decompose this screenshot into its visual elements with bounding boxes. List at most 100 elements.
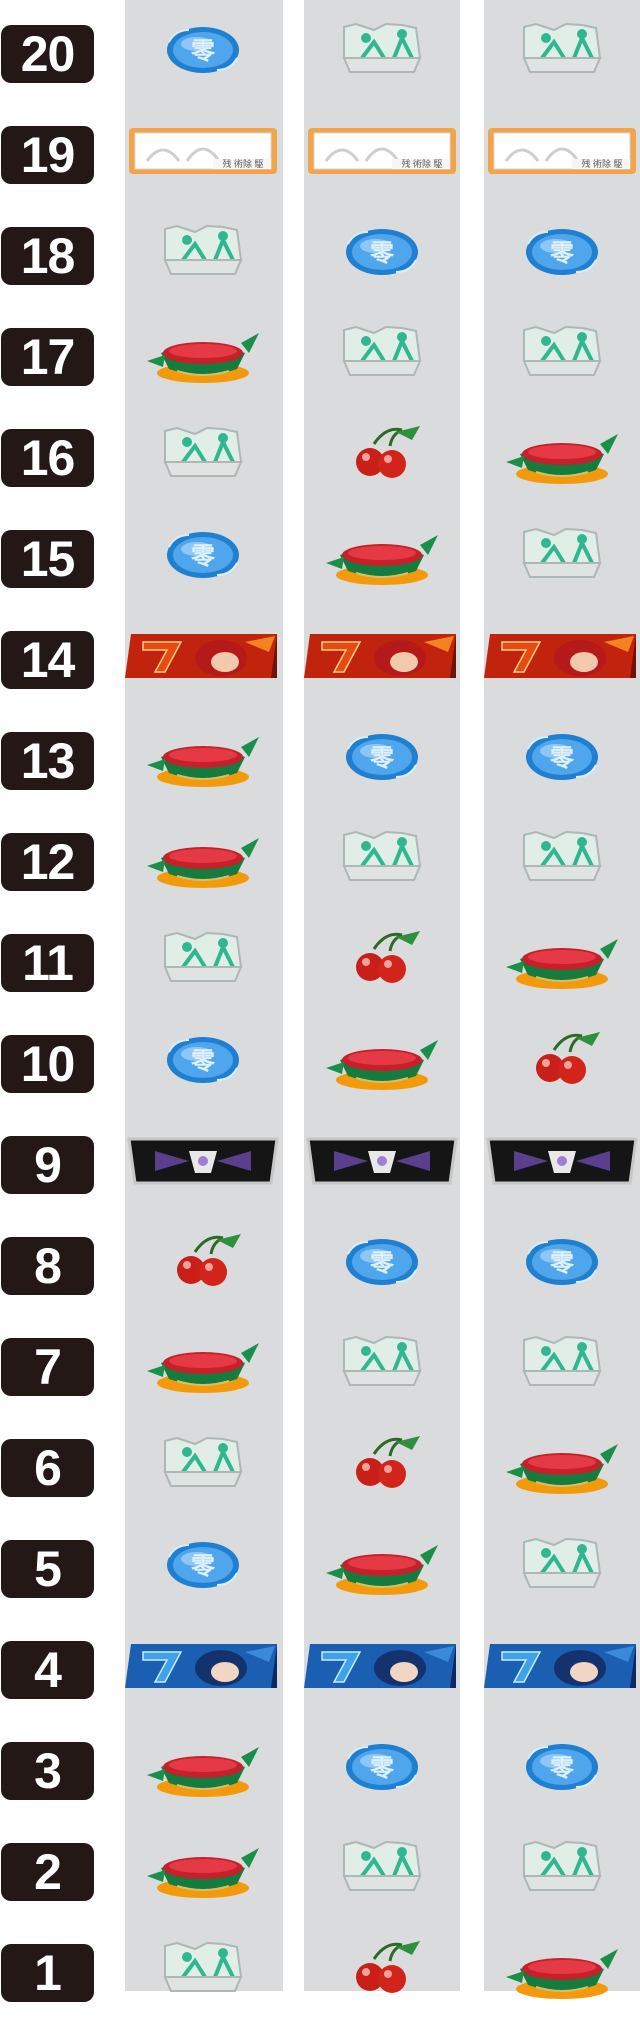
replay-icon: 零 bbox=[526, 734, 598, 780]
replay-glyph: 零 bbox=[369, 743, 395, 772]
watermelon-symbol-right-reel bbox=[484, 909, 640, 1010]
red7-icon bbox=[304, 634, 456, 678]
replay-icon: 零 bbox=[526, 229, 598, 275]
cherry-symbol-center-reel bbox=[304, 404, 460, 505]
bell-symbol-left-reel bbox=[125, 404, 281, 505]
replay-symbol-left-reel: 零 bbox=[125, 1515, 281, 1616]
reel-row: 10 零 bbox=[0, 1010, 640, 1111]
bar-symbol-right-reel: 残 術除 駆 bbox=[484, 101, 640, 202]
blue7-symbol-center-reel bbox=[304, 1616, 460, 1717]
cherry-icon bbox=[356, 931, 420, 983]
watermelon-symbol-right-reel bbox=[484, 404, 640, 505]
blue7-symbol-right-reel bbox=[484, 1616, 640, 1717]
blank-symbol-center-reel bbox=[304, 1111, 460, 1212]
bell-icon bbox=[342, 830, 422, 881]
row-number-badge: 20 bbox=[1, 25, 94, 83]
bell-symbol-right-reel bbox=[484, 1515, 640, 1616]
reel-row: 15 零 bbox=[0, 505, 640, 606]
bar-symbol-label: 残 術除 駆 bbox=[401, 158, 442, 169]
bell-icon bbox=[342, 1335, 422, 1386]
blank-symbol-right-reel bbox=[484, 1111, 640, 1212]
watermelon-icon bbox=[147, 838, 259, 888]
replay-icon: 零 bbox=[526, 1744, 598, 1790]
bell-symbol-right-reel bbox=[484, 1313, 640, 1414]
reel-row: 14 bbox=[0, 606, 640, 707]
replay-glyph: 零 bbox=[369, 238, 395, 267]
replay-glyph: 零 bbox=[549, 238, 575, 267]
watermelon-icon bbox=[506, 434, 618, 484]
watermelon-icon bbox=[326, 535, 438, 585]
watermelon-symbol-right-reel bbox=[484, 1414, 640, 1515]
cherry-symbol-center-reel bbox=[304, 1414, 460, 1515]
replay-icon: 零 bbox=[167, 1037, 239, 1083]
cherry-symbol-center-reel bbox=[304, 1919, 460, 2020]
reel-row: 9 bbox=[0, 1111, 640, 1212]
watermelon-icon bbox=[506, 939, 618, 989]
reel-row: 12 bbox=[0, 808, 640, 909]
watermelon-icon bbox=[147, 333, 259, 383]
bell-symbol-left-reel bbox=[125, 1919, 281, 2020]
blue7-icon bbox=[484, 1644, 636, 1688]
blank-icon bbox=[306, 1137, 458, 1185]
replay-icon: 零 bbox=[346, 734, 418, 780]
bell-symbol-left-reel bbox=[125, 909, 281, 1010]
bar-symbol-label: 残 術除 駆 bbox=[222, 158, 263, 169]
blank-symbol-left-reel bbox=[125, 1111, 281, 1212]
reel-row: 19 残 術除 駆 残 術除 駆 残 術除 駆 bbox=[0, 101, 640, 202]
reel-row: 2 bbox=[0, 1818, 640, 1919]
row-number-badge: 8 bbox=[1, 1237, 94, 1295]
cherry-icon bbox=[356, 1436, 420, 1488]
row-number-badge: 9 bbox=[1, 1136, 94, 1194]
watermelon-symbol-left-reel bbox=[125, 303, 281, 404]
replay-glyph: 零 bbox=[190, 36, 216, 65]
reel-row: 3 零 零 bbox=[0, 1717, 640, 1818]
row-number-badge: 13 bbox=[1, 732, 94, 790]
watermelon-symbol-left-reel bbox=[125, 808, 281, 909]
bell-icon bbox=[522, 1335, 602, 1386]
watermelon-symbol-right-reel bbox=[484, 1919, 640, 2020]
watermelon-symbol-center-reel bbox=[304, 1515, 460, 1616]
cherry-symbol-center-reel bbox=[304, 909, 460, 1010]
cherry-icon bbox=[356, 426, 420, 478]
bell-symbol-right-reel bbox=[484, 303, 640, 404]
blank-icon bbox=[127, 1137, 279, 1185]
replay-symbol-center-reel: 零 bbox=[304, 707, 460, 808]
red7-symbol-left-reel bbox=[125, 606, 281, 707]
replay-icon: 零 bbox=[346, 229, 418, 275]
replay-icon: 零 bbox=[167, 532, 239, 578]
cherry-icon bbox=[356, 1941, 420, 1993]
bar-symbol-left-reel: 残 術除 駆 bbox=[125, 101, 281, 202]
replay-symbol-center-reel: 零 bbox=[304, 1717, 460, 1818]
reel-row: 17 bbox=[0, 303, 640, 404]
replay-glyph: 零 bbox=[369, 1753, 395, 1782]
reel-row: 18 零 零 bbox=[0, 202, 640, 303]
watermelon-icon bbox=[326, 1040, 438, 1090]
row-number-badge: 19 bbox=[1, 126, 94, 184]
row-number-badge: 2 bbox=[1, 1843, 94, 1901]
bell-icon bbox=[342, 1840, 422, 1891]
replay-icon: 零 bbox=[346, 1744, 418, 1790]
bell-icon bbox=[163, 426, 243, 477]
bell-icon bbox=[163, 224, 243, 275]
row-number-badge: 1 bbox=[1, 1944, 94, 2002]
replay-symbol-right-reel: 零 bbox=[484, 1212, 640, 1313]
replay-glyph: 零 bbox=[369, 1248, 395, 1277]
bar-icon: 残 術除 駆 bbox=[488, 128, 636, 174]
bar-symbol-center-reel: 残 術除 駆 bbox=[304, 101, 460, 202]
row-number-badge: 6 bbox=[1, 1439, 94, 1497]
watermelon-icon bbox=[147, 737, 259, 787]
blue7-symbol-left-reel bbox=[125, 1616, 281, 1717]
red7-symbol-right-reel bbox=[484, 606, 640, 707]
reel-row: 13 零 零 bbox=[0, 707, 640, 808]
bell-symbol-right-reel bbox=[484, 808, 640, 909]
reel-row: 4 bbox=[0, 1616, 640, 1717]
bell-symbol-center-reel bbox=[304, 1818, 460, 1919]
bell-symbol-center-reel bbox=[304, 808, 460, 909]
watermelon-icon bbox=[326, 1545, 438, 1595]
row-number-badge: 5 bbox=[1, 1540, 94, 1598]
replay-symbol-right-reel: 零 bbox=[484, 1717, 640, 1818]
red7-icon bbox=[484, 634, 636, 678]
replay-glyph: 零 bbox=[549, 1248, 575, 1277]
row-number-badge: 4 bbox=[1, 1641, 94, 1699]
bell-symbol-right-reel bbox=[484, 1818, 640, 1919]
